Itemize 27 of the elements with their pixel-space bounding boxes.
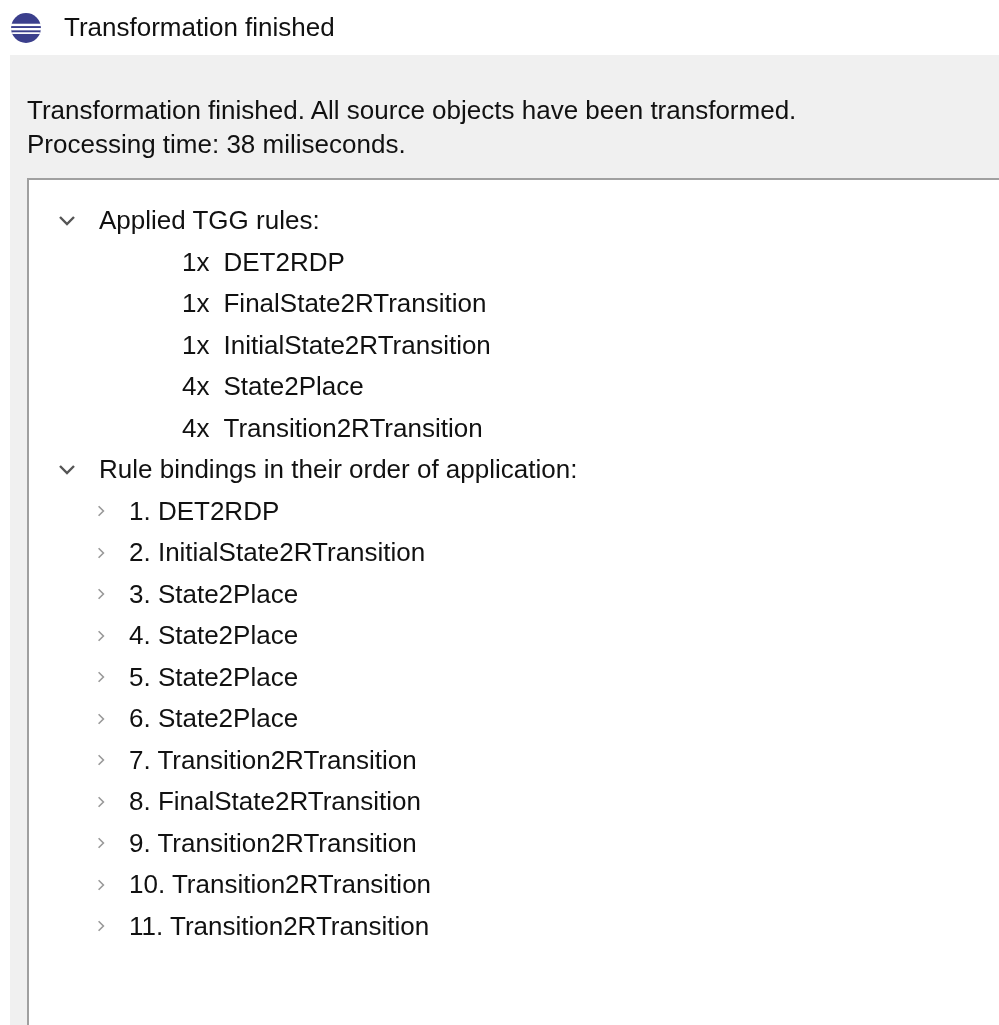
tree-item[interactable]: 11. Transition2RTransition <box>129 910 430 942</box>
tree-item[interactable]: 6. State2Place <box>129 703 299 735</box>
tree-item[interactable]: 9. Transition2RTransition <box>129 827 417 859</box>
tree-item[interactable]: 1. DET2RDP <box>129 495 280 527</box>
tree-item[interactable]: Applied TGG rules: <box>99 205 320 237</box>
window-title: Transformation finished <box>64 12 335 43</box>
rule-name[interactable]: State2Place <box>223 371 364 403</box>
tree-item[interactable]: Rule bindings in their order of application: <box>99 454 578 486</box>
rule-count: 1x <box>182 288 210 320</box>
rule-count: 4x <box>182 412 210 444</box>
globe-icon <box>10 11 42 44</box>
tree-item[interactable]: 10. Transition2RTransition <box>129 869 432 901</box>
rule-count: 1x <box>182 329 210 361</box>
tree-item[interactable]: 8. FinalState2RTransition <box>129 786 421 818</box>
rule-name[interactable]: DET2RDP <box>223 246 345 278</box>
rule-count: 1x <box>182 246 210 278</box>
message-text: Transformation finished. All source objects have been transformed. <box>27 95 798 125</box>
rule-name[interactable]: InitialState2RTransition <box>223 329 491 361</box>
tree-item[interactable]: 4. State2Place <box>129 620 299 652</box>
rule-name[interactable]: FinalState2RTransition <box>223 288 487 320</box>
tree-item[interactable]: 5. State2Place <box>129 661 299 693</box>
message-text: Processing time: 38 miliseconds. <box>27 129 407 159</box>
tree-item[interactable]: 3. State2Place <box>129 578 299 610</box>
tree-item[interactable]: 7. Transition2RTransition <box>129 744 417 776</box>
rule-name[interactable]: Transition2RTransition <box>223 412 483 444</box>
tree-item[interactable]: 2. InitialState2RTransition <box>129 537 426 569</box>
rule-count: 4x <box>182 371 210 403</box>
